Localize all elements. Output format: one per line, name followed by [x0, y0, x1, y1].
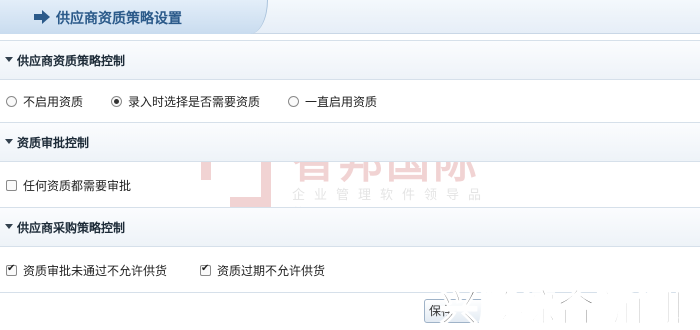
checkbox-option-no-supply-expired[interactable]: 资质过期不允许供货 — [200, 262, 325, 279]
radio-button[interactable] — [111, 96, 122, 107]
radio-option-disable[interactable]: 不启用资质 — [6, 93, 83, 110]
checkbox-option-all-approval[interactable]: 任何资质都需要审批 — [6, 177, 131, 194]
caret-down-icon — [5, 139, 13, 144]
checkbox-option-no-supply-unapproved[interactable]: 资质审批未通过不允许供货 — [6, 262, 167, 279]
section-supplier-qual-header[interactable]: 供应商资质策略控制 — [0, 40, 700, 80]
section-qual-approval-header[interactable]: 资质审批控制 — [0, 122, 700, 162]
section-title: 供应商采购策略控制 — [17, 221, 126, 235]
checkbox[interactable] — [200, 263, 211, 276]
radio-label: 录入时选择是否需要资质 — [128, 95, 261, 109]
section-title: 资质审批控制 — [17, 136, 90, 150]
checkbox-label: 任何资质都需要审批 — [23, 179, 132, 193]
radio-button[interactable] — [288, 96, 299, 107]
checkbox[interactable] — [6, 180, 17, 191]
checkbox-label: 资质过期不允许供货 — [217, 264, 326, 278]
checkbox[interactable] — [6, 263, 17, 276]
page-header: 供应商资质策略设置 — [0, 0, 700, 34]
radio-option-always[interactable]: 一直启用资质 — [288, 93, 377, 110]
arrow-right-icon — [34, 10, 50, 24]
section-title: 供应商资质策略控制 — [17, 54, 126, 68]
title-tab: 供应商资质策略设置 — [0, 0, 268, 34]
section-purchase-policy-header[interactable]: 供应商采购策略控制 — [0, 207, 700, 247]
radio-label: 不启用资质 — [23, 95, 84, 109]
caret-down-icon — [5, 224, 13, 229]
radio-button[interactable] — [6, 96, 17, 107]
radio-label: 一直启用资质 — [305, 95, 378, 109]
radio-option-choose[interactable]: 录入时选择是否需要资质 — [111, 93, 260, 110]
site-watermark-overlay: 兴顺综合新闻网 — [439, 277, 700, 330]
page-title: 供应商资质策略设置 — [56, 11, 182, 27]
supplier-qual-options: 不启用资质 录入时选择是否需要资质 一直启用资质 — [0, 86, 700, 116]
qual-approval-options: 任何资质都需要审批 — [0, 170, 700, 200]
checkbox-label: 资质审批未通过不允许供货 — [23, 264, 168, 278]
overlay-text: 兴顺综合新闻网 — [439, 285, 700, 330]
caret-down-icon — [5, 57, 13, 62]
